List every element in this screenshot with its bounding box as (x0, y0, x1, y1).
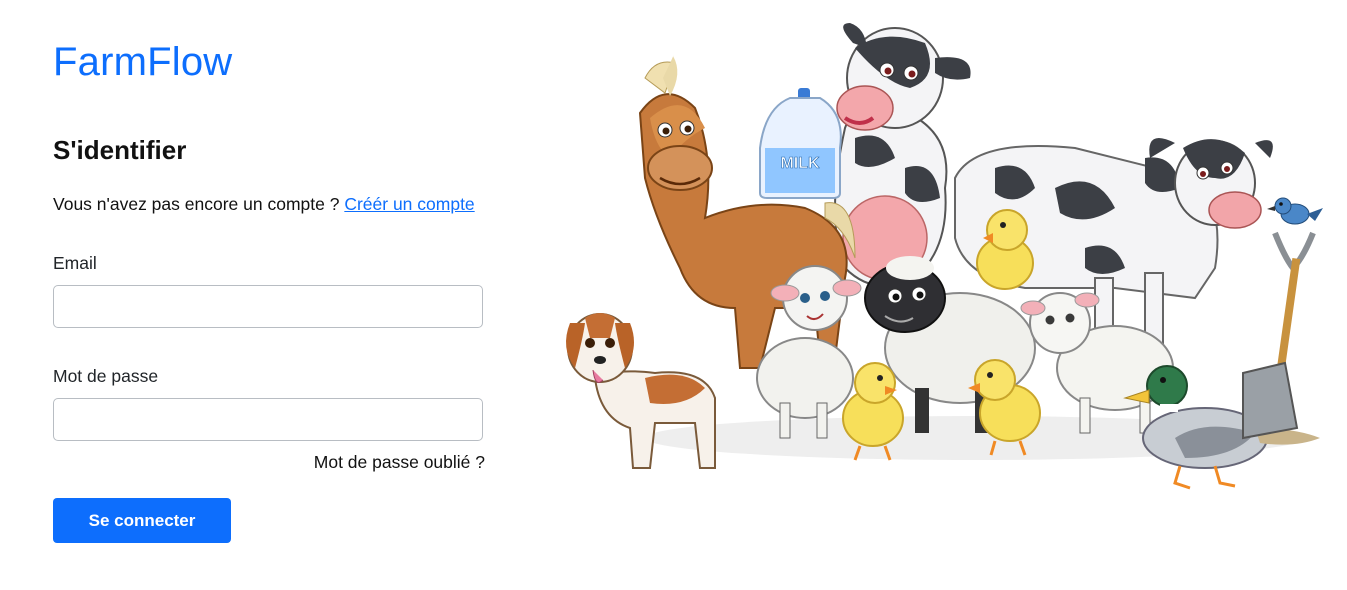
signup-prompt: Vous n'avez pas encore un compte ? Créér… (53, 194, 475, 215)
brand-logo[interactable]: FarmFlow (53, 40, 232, 85)
login-button[interactable]: Se connecter (53, 498, 231, 543)
shovel-illustration (1242, 231, 1316, 440)
email-label: Email (53, 253, 97, 273)
create-account-link[interactable]: Créér un compte (344, 194, 474, 214)
password-label: Mot de passe (53, 366, 159, 386)
signup-prompt-text: Vous n'avez pas encore un compte ? (53, 194, 340, 214)
page-title: S'identifier (53, 135, 187, 165)
login-page: FarmFlow S'identifier Vous n'avez pas en… (0, 0, 1347, 590)
milk-label: MILK (780, 155, 820, 172)
farm-animals-illustration: MILK (566, 23, 1323, 490)
cow-center-illustration (834, 23, 971, 287)
milk-jug-illustration: MILK (759, 88, 842, 199)
login-panel: FarmFlow S'identifier Vous n'avez pas en… (53, 0, 485, 590)
password-field[interactable] (53, 398, 483, 441)
email-field[interactable] (53, 285, 483, 328)
forgot-password-link[interactable]: Mot de passe oublié ? (314, 452, 485, 473)
bird-illustration (1267, 197, 1323, 225)
